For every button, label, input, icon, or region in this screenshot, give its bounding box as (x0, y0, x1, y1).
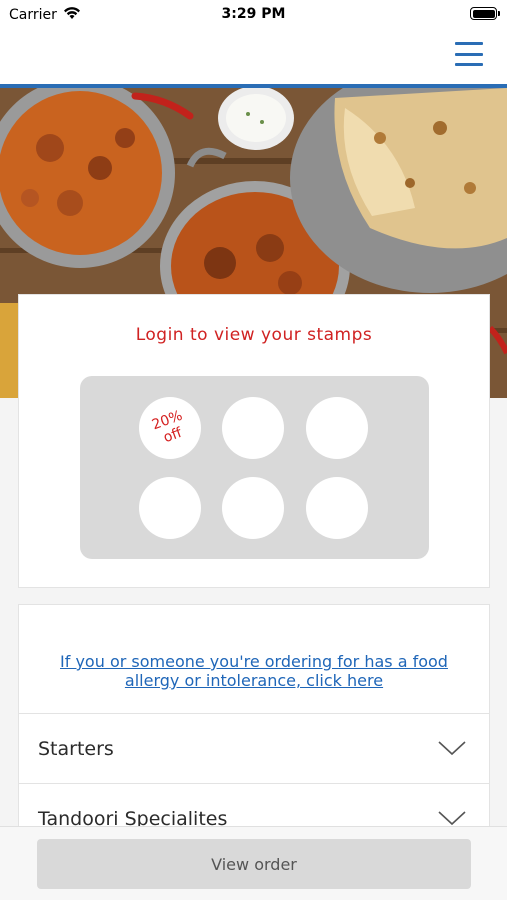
stamp-slot (139, 477, 201, 539)
stamp-slot (222, 477, 284, 539)
stamp-slot (306, 397, 368, 459)
chevron-down-icon (438, 811, 466, 826)
bottom-bar: View order (0, 826, 507, 900)
hamburger-menu-icon[interactable] (455, 40, 483, 68)
stamp-slot (222, 397, 284, 459)
view-order-button[interactable]: View order (37, 839, 471, 889)
category-label: Starters (38, 738, 114, 760)
reward-label: 20% off (149, 407, 185, 447)
login-to-view-stamps-link[interactable]: Login to view your stamps (19, 325, 489, 345)
stamp-card: Login to view your stamps 20% off (18, 294, 490, 588)
stamp-grid: 20% off (80, 376, 429, 559)
app-header (0, 30, 507, 88)
status-bar: Carrier 3:29 PM (0, 0, 507, 30)
clock: 3:29 PM (221, 6, 286, 22)
allergy-info-link[interactable]: If you or someone you're ordering for ha… (39, 652, 469, 690)
stamp-slot (306, 477, 368, 539)
content-area: Login to view your stamps 20% off If you… (18, 294, 490, 900)
chevron-down-icon (438, 741, 466, 756)
battery-icon (470, 7, 500, 20)
stamp-reward: 20% off (139, 397, 201, 459)
category-starters[interactable]: Starters (19, 713, 489, 783)
